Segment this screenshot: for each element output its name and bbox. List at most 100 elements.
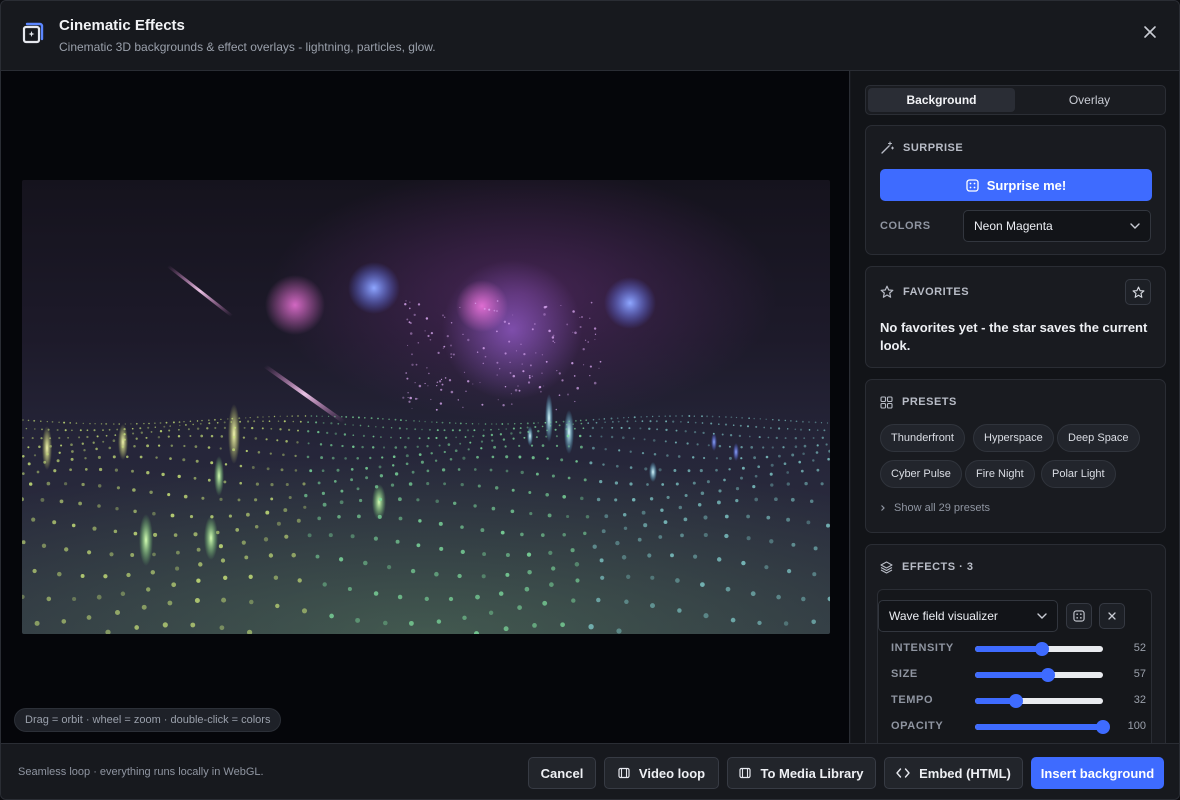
surprise-me-button[interactable]: Surprise me!: [880, 169, 1152, 201]
particle: [505, 553, 510, 557]
particle: [687, 469, 691, 473]
particle: [356, 457, 359, 460]
particle: [572, 331, 574, 333]
particle: [735, 498, 739, 503]
preset-chip-cyber-pulse[interactable]: Cyber Pulse: [880, 460, 962, 488]
particle: [603, 418, 606, 420]
particle: [173, 533, 178, 537]
particle: [41, 543, 47, 548]
tab-overlay[interactable]: Overlay: [1016, 88, 1163, 112]
particle: [611, 426, 614, 429]
slider-thumb[interactable]: [1096, 720, 1110, 734]
particle: [583, 531, 587, 536]
particle: [362, 434, 365, 437]
preset-chip-fire-night[interactable]: Fire Night: [965, 460, 1035, 488]
particle: [56, 428, 59, 432]
slider-track[interactable]: [975, 694, 1103, 708]
slider-opacity[interactable]: OPACITY 100: [891, 718, 1146, 736]
slider-thumb[interactable]: [1008, 694, 1023, 708]
particle: [482, 362, 485, 365]
particle: [572, 310, 575, 313]
tab-background[interactable]: Background: [868, 88, 1015, 112]
slider-track[interactable]: [975, 642, 1103, 656]
particle: [86, 435, 89, 439]
slider-size[interactable]: SIZE 57: [891, 666, 1146, 684]
particle: [361, 445, 364, 449]
to-media-library-button[interactable]: To Media Library: [727, 757, 876, 789]
particle: [418, 453, 422, 456]
show-all-presets-link[interactable]: Show all 29 presets: [880, 502, 990, 514]
particle: [406, 377, 409, 380]
particle: [56, 459, 60, 463]
particle: [530, 444, 534, 447]
particle: [435, 436, 438, 440]
particle: [782, 446, 785, 449]
particle: [250, 426, 254, 430]
video-loop-button[interactable]: Video loop: [604, 757, 719, 789]
particle: [527, 569, 532, 575]
cancel-button[interactable]: Cancel: [528, 757, 596, 789]
slider-track[interactable]: [975, 720, 1110, 734]
preset-chip-deep-space[interactable]: Deep Space: [1057, 424, 1140, 452]
effect-type-select[interactable]: Wave field visualizer: [878, 600, 1058, 632]
particle: [546, 429, 548, 432]
particle: [452, 353, 455, 356]
particle: [409, 301, 411, 303]
particle: [100, 423, 103, 425]
particle: [523, 352, 526, 356]
remove-effect-button[interactable]: [1099, 603, 1125, 629]
particle: [653, 453, 657, 456]
particle: [208, 422, 211, 425]
particle: [448, 379, 452, 382]
particle: [681, 415, 683, 417]
particle: [177, 474, 181, 479]
randomize-effect-button[interactable]: [1066, 603, 1092, 629]
particle: [566, 434, 570, 438]
particle: [826, 422, 829, 424]
particle: [467, 448, 470, 451]
particle: [169, 457, 172, 460]
particle: [616, 628, 622, 634]
preset-chip-hyperspace[interactable]: Hyperspace: [973, 424, 1054, 452]
particle: [617, 420, 620, 423]
slider-track[interactable]: [975, 668, 1103, 682]
particle: [116, 486, 120, 490]
particle: [641, 420, 644, 423]
slider-intensity[interactable]: INTENSITY 52: [891, 640, 1146, 658]
particle: [223, 421, 226, 424]
particle: [343, 433, 347, 436]
particle: [81, 442, 84, 445]
particle: [358, 498, 363, 503]
particle: [143, 422, 145, 425]
slider-tempo[interactable]: TEMPO 32: [891, 692, 1146, 710]
embed-html-button[interactable]: Embed (HTML): [884, 757, 1023, 789]
particle: [435, 408, 438, 411]
close-button[interactable]: [1139, 21, 1161, 43]
dialog-title: Cinematic Effects: [59, 17, 185, 34]
star-icon: [1132, 286, 1144, 298]
particle: [757, 465, 761, 469]
particle: [465, 422, 467, 425]
webgl-preview-canvas[interactable]: [22, 180, 830, 634]
insert-background-button[interactable]: Insert background: [1031, 757, 1164, 789]
particle: [464, 436, 467, 438]
preset-chip-thunderfront[interactable]: Thunderfront: [880, 424, 965, 452]
preset-chip-polar-light[interactable]: Polar Light: [1041, 460, 1116, 488]
particle: [292, 420, 295, 423]
particle: [568, 420, 570, 422]
particle: [322, 421, 325, 424]
particle: [610, 417, 613, 420]
particle: [444, 377, 447, 379]
particle: [105, 422, 108, 425]
slider-thumb[interactable]: [1034, 642, 1049, 656]
save-favorite-button[interactable]: [1125, 279, 1151, 305]
slider-thumb[interactable]: [1040, 668, 1055, 682]
particle: [223, 575, 228, 580]
colors-select[interactable]: Neon Magenta: [963, 210, 1151, 242]
particle: [644, 467, 648, 471]
particle: [783, 462, 787, 466]
effects-heading: EFFECTS · 3: [880, 559, 974, 575]
particle: [183, 494, 188, 499]
particle: [587, 422, 590, 424]
particle: [310, 415, 313, 417]
